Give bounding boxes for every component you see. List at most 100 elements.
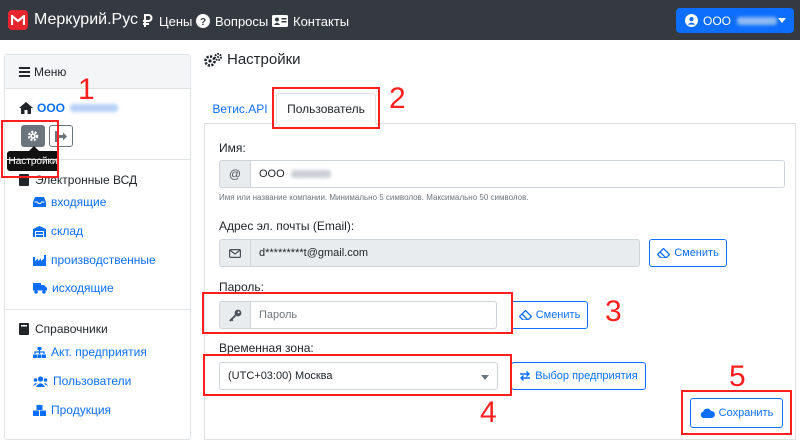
save-label: Сохранить (718, 407, 774, 419)
page-title: Настройки (204, 51, 301, 68)
nav-prices-label: Цены (159, 13, 193, 29)
sidebar-divider (5, 309, 190, 310)
eraser-icon (518, 310, 532, 320)
page-title-text: Настройки (227, 51, 301, 68)
top-navbar: Меркурий.Рус Цены ? Вопросы Контакты ООО (0, 0, 800, 40)
timezone-label: Временная зона: (219, 341, 314, 355)
truck-icon (33, 282, 47, 294)
name-value: ООО (259, 168, 285, 180)
warehouse-icon (33, 225, 46, 237)
sidebar-item-enterprises[interactable]: Акт. предприятия (33, 345, 147, 359)
sidebar-item-products[interactable]: Продукция (33, 403, 111, 417)
org-label: ООО (37, 101, 66, 115)
timezone-value: (UTC+03:00) Москва (228, 370, 333, 382)
brand-link[interactable]: Меркурий.Рус (8, 9, 138, 31)
sidebar-item-label: Акт. предприятия (51, 345, 147, 359)
sidebar-item-label: склад (51, 224, 84, 238)
sidebar-item-production[interactable]: производственные (33, 253, 156, 267)
sidebar-item-label: исходящие (52, 281, 114, 295)
org-link[interactable]: ООО (19, 101, 119, 115)
name-input[interactable]: ООО (251, 160, 785, 188)
sidebar-item-label: производственные (51, 253, 156, 267)
timezone-select[interactable]: (UTC+03:00) Москва (219, 362, 498, 390)
home-icon (19, 102, 33, 114)
nav-questions-label: Вопросы (215, 13, 269, 29)
sidebar: Меню ООО Настройки Электронные ВСД входя… (4, 54, 191, 440)
sidebar-section-directories: Справочники (19, 322, 108, 336)
address-card-icon (272, 14, 288, 28)
envelope-icon (219, 239, 251, 267)
sidebar-menu-header[interactable]: Меню (5, 55, 190, 89)
password-input[interactable]: Пароль (251, 301, 497, 329)
email-label: Адрес эл. почты (Email): (219, 219, 355, 233)
annotation-number-4: 4 (480, 396, 497, 429)
svg-text:?: ? (200, 17, 206, 28)
sidebar-item-warehouse[interactable]: склад (33, 224, 83, 238)
industry-icon (33, 254, 46, 266)
sidebar-section-evsd-label: Электронные ВСД (35, 173, 138, 187)
name-label: Имя: (219, 141, 246, 155)
change-email-label: Сменить (674, 247, 719, 259)
annotation-number-3: 3 (605, 295, 622, 328)
inbox-icon (33, 197, 46, 207)
email-input-group: d*********t@gmail.com (219, 239, 640, 267)
cubes-icon (33, 404, 46, 416)
bars-icon (19, 66, 30, 77)
tab-user[interactable]: Пользователь (276, 93, 376, 124)
sidebar-item-users[interactable]: Пользователи (33, 374, 131, 388)
sidebar-section-evsd: Электронные ВСД (19, 173, 137, 187)
nav-prices[interactable]: Цены (140, 12, 192, 30)
book-icon (19, 323, 29, 335)
key-icon (219, 301, 251, 329)
ruble-icon (140, 14, 154, 28)
eraser-icon (657, 248, 671, 258)
menu-label: Меню (34, 64, 67, 79)
sidebar-item-incoming[interactable]: входящие (33, 195, 106, 209)
name-input-group: @ ООО (219, 160, 785, 188)
account-label: ООО (703, 13, 732, 28)
caret-down-icon (778, 18, 786, 23)
annotation-number-2: 2 (389, 82, 406, 115)
logout-button[interactable] (49, 125, 73, 147)
change-password-button[interactable]: Сменить (511, 301, 588, 329)
change-email-button[interactable]: Сменить (649, 239, 727, 267)
settings-tooltip: Настройки (7, 146, 59, 171)
sidebar-section-directories-label: Справочники (35, 322, 108, 336)
sidebar-item-label: входящие (51, 195, 107, 209)
sign-out-icon (55, 130, 67, 142)
exchange-icon (519, 371, 531, 381)
account-dropdown-button[interactable]: ООО (676, 8, 794, 33)
save-button[interactable]: Сохранить (690, 398, 783, 428)
email-input[interactable]: d*********t@gmail.com (251, 239, 640, 267)
password-label: Пароль: (219, 280, 264, 294)
sidebar-item-outgoing[interactable]: исходящие (33, 281, 114, 295)
sidebar-item-label: Продукция (51, 403, 112, 417)
settings-button[interactable] (21, 125, 45, 147)
cloud-icon (700, 408, 715, 418)
sitemap-icon (33, 346, 46, 358)
brand-name: Меркурий.Рус (34, 11, 139, 28)
mercury-logo-icon (8, 10, 28, 30)
gear-icon (27, 130, 39, 142)
cogs-icon (204, 52, 222, 67)
name-help-text: Имя или название компании. Минимально 5 … (219, 193, 529, 202)
at-sign-addon: @ (219, 160, 251, 188)
book-icon (19, 174, 29, 186)
nav-contacts-label: Контакты (293, 13, 350, 29)
users-icon (33, 375, 48, 387)
chevron-down-icon (481, 375, 489, 380)
tab-vetis-api[interactable]: Ветис.API (206, 93, 274, 124)
sidebar-divider (5, 159, 190, 160)
name-redacted (290, 170, 331, 178)
change-password-label: Сменить (535, 309, 581, 321)
pick-enterprise-label: Выбор предприятия (535, 370, 638, 382)
nav-questions[interactable]: ? Вопросы (196, 12, 268, 30)
annotation-number-5: 5 (729, 360, 746, 393)
account-name-redacted (737, 16, 778, 25)
sidebar-item-label: Пользователи (53, 374, 132, 388)
password-input-group: Пароль (219, 301, 497, 329)
nav-contacts[interactable]: Контакты (272, 12, 349, 30)
user-circle-icon (684, 14, 698, 28)
pick-enterprise-button[interactable]: Выбор предприятия (511, 362, 646, 390)
question-circle-icon: ? (196, 14, 210, 28)
